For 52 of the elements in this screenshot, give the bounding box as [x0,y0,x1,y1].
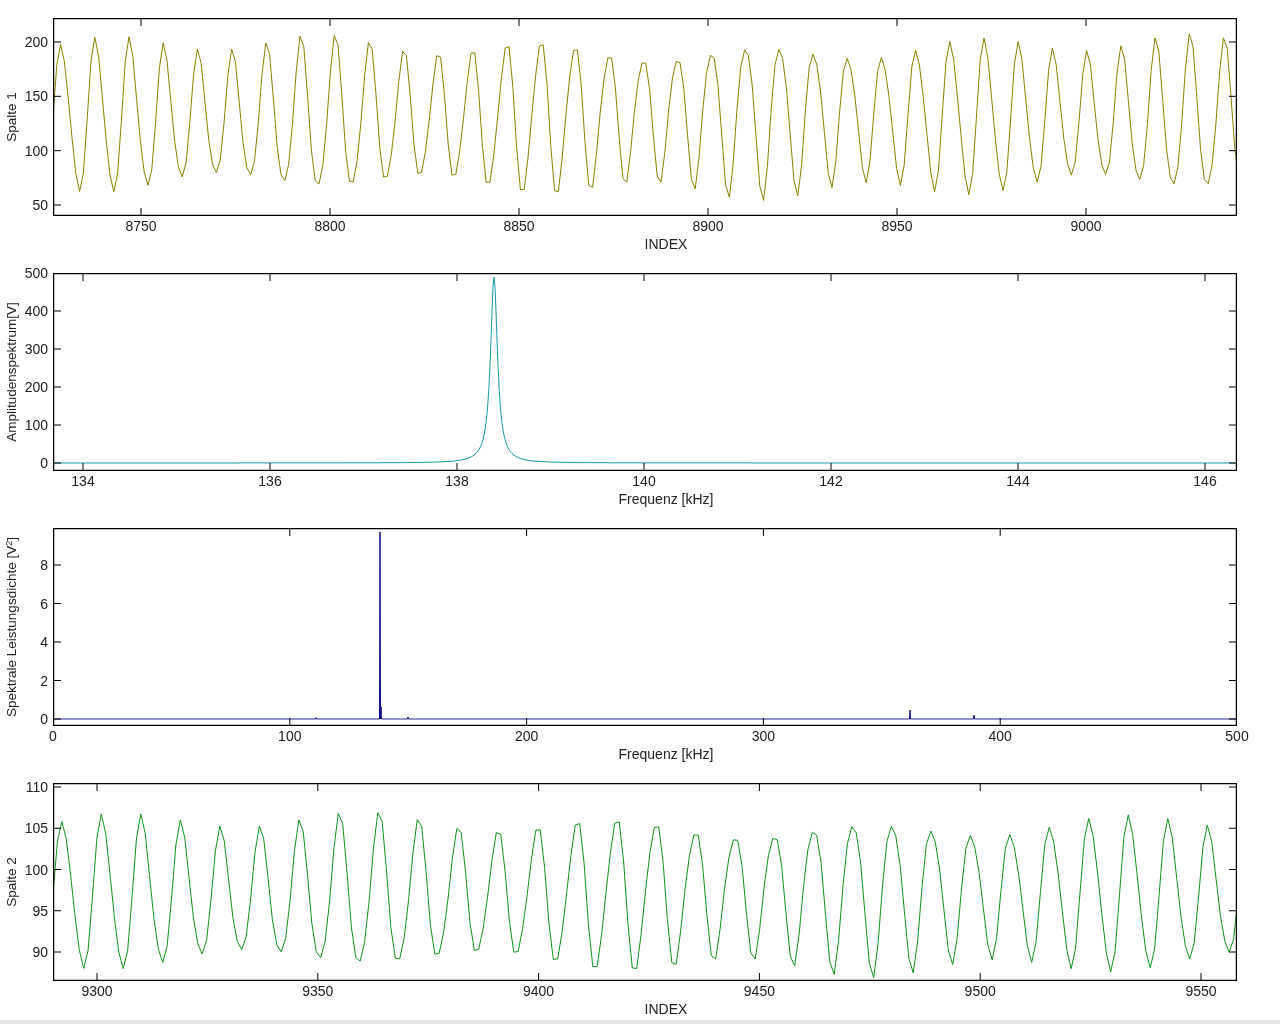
tick-label: 200 [24,380,48,394]
tick-label: 146 [1193,474,1217,488]
axis-title: Spalte 1 [5,92,19,142]
axis-title: Frequenz [kHz] [618,491,714,507]
axis-title: INDEX [644,236,688,252]
tick-label: 90 [32,945,48,959]
tick-label: 144 [1006,474,1030,488]
tick-label: 150 [24,89,48,104]
tick-label: 300 [24,342,48,356]
tick-label: 8900 [692,219,724,233]
tick-label: 9500 [964,984,996,998]
tick-label: 138 [445,474,469,488]
tick-label: 50 [32,198,48,212]
tick-label: 9450 [743,984,775,998]
tick-label: 100 [24,418,48,432]
tick-label: 200 [24,35,48,49]
tick-label: 200 [514,729,539,743]
tick-label: 6 [40,596,48,611]
tick-label: 9350 [302,984,334,998]
tick-label: 9300 [81,984,113,998]
tick-label: 9400 [523,984,555,998]
tick-label: 100 [278,729,302,743]
tick-label: 8 [40,558,48,572]
tick-label: 500 [1225,729,1249,743]
tick-label: 300 [751,729,776,743]
tick-label: 8850 [503,219,535,233]
tick-label: 110 [25,780,48,794]
tick-label: 9550 [1185,984,1217,998]
tick-label: 0 [40,712,48,726]
tick-label: 400 [24,304,48,318]
tick-label: 4 [40,635,48,649]
tick-label: 9000 [1070,219,1102,233]
tick-label: 400 [988,729,1012,743]
tick-label: 0 [40,456,48,470]
tick-label: 136 [258,474,282,488]
axis-title: Amplitudenspektrum[V] [5,302,19,442]
axis-title: INDEX [644,1001,688,1017]
tick-label: 8800 [314,219,346,233]
tick-label: 95 [32,903,48,918]
tick-label: 134 [71,474,95,488]
axis-title: Frequenz [kHz] [618,746,714,762]
axis-title: Spalte 2 [5,857,19,907]
tick-label: 500 [24,266,48,280]
tick-label: 8950 [881,219,913,233]
tick-label: 100 [24,143,48,158]
tick-label: 0 [49,729,57,743]
tick-label: 142 [819,474,843,488]
tick-label: 100 [24,862,48,877]
tick-label: 105 [24,821,48,836]
tick-label: 8750 [125,219,157,233]
tick-label: 140 [632,474,656,488]
tick-label: 2 [40,673,48,688]
